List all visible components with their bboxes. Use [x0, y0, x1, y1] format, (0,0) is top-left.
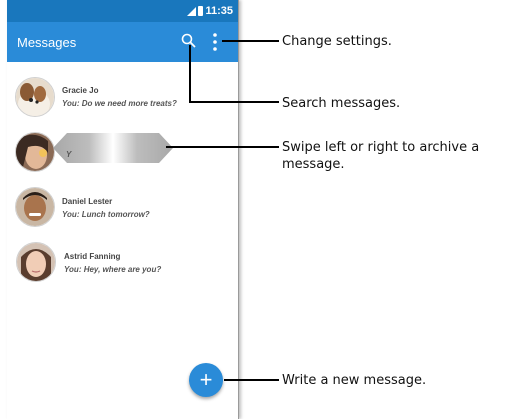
phone-screen: 11:35 Messages Gracie Jo You: Do we need…	[7, 0, 239, 419]
sender-name: Gracie Jo	[62, 86, 99, 95]
dog-avatar	[15, 77, 55, 117]
callout-line-search	[189, 101, 279, 103]
callout-search-messages: Search messages.	[282, 96, 401, 111]
callout-swipe-archive: Swipe left or right to archive a message…	[282, 140, 480, 172]
message-item-astrid-fanning[interactable]: Astrid Fanning You: Hey, where are you?	[7, 236, 238, 290]
person-avatar	[15, 187, 55, 227]
more-vert-icon[interactable]	[210, 31, 220, 53]
callout-line-settings	[222, 40, 279, 42]
status-bar: 11:35	[7, 0, 238, 22]
callout-line-compose	[224, 379, 279, 381]
person-avatar	[15, 132, 55, 172]
message-snippet: You: Lunch tomorrow?	[62, 210, 150, 219]
message-item-swiping[interactable]: Y	[7, 126, 238, 180]
message-snippet: You: Hey, where are you?	[64, 265, 162, 274]
sender-name: Astrid Fanning	[64, 252, 121, 261]
signal-icon	[187, 6, 197, 16]
app-bar: Messages	[7, 22, 238, 62]
callout-line-swipe	[166, 146, 279, 148]
message-snippet: Y	[66, 150, 72, 159]
callout-write-message: Write a new message.	[282, 373, 427, 388]
message-item-gracie-jo[interactable]: Gracie Jo You: Do we need more treats?	[7, 71, 238, 125]
compose-button[interactable]: +	[189, 363, 223, 397]
callout-change-settings: Change settings.	[282, 34, 392, 49]
sender-name: Daniel Lester	[62, 197, 113, 206]
message-item-daniel-lester[interactable]: Daniel Lester You: Lunch tomorrow?	[7, 181, 238, 235]
plus-icon: +	[199, 367, 213, 392]
message-snippet: You: Do we need more treats?	[62, 99, 177, 108]
callout-line-search	[189, 45, 191, 103]
battery-icon	[198, 6, 204, 16]
person-avatar	[16, 242, 56, 282]
app-title: Messages	[17, 35, 77, 50]
status-time: 11:35	[205, 5, 233, 17]
